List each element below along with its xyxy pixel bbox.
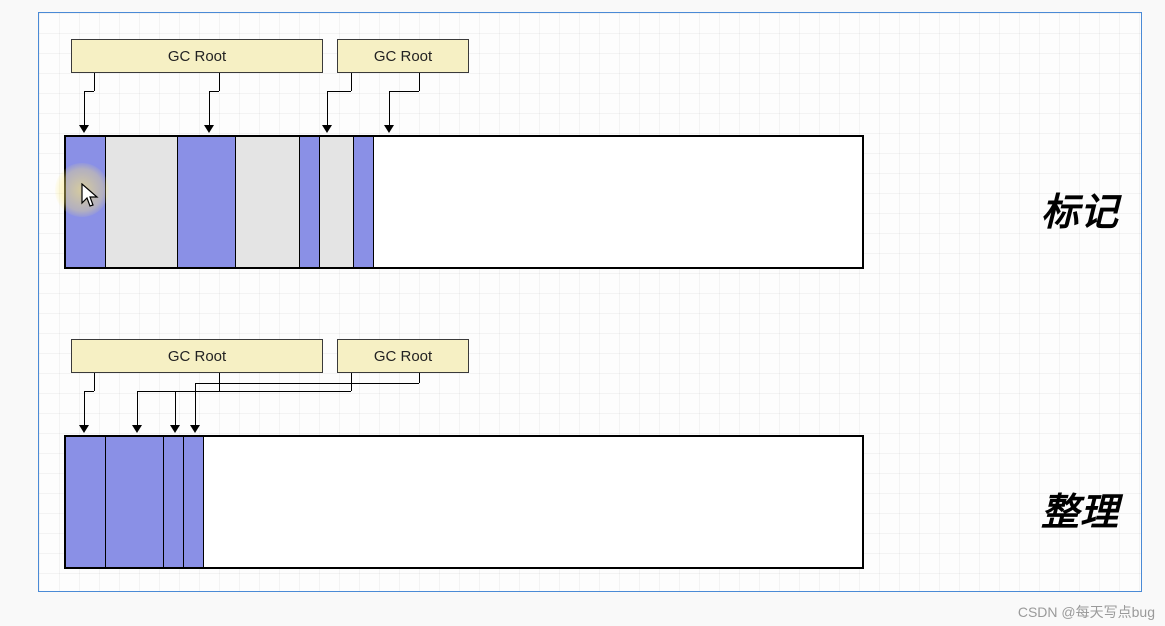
- memory-bar-compact: [64, 435, 864, 569]
- connector-line: [94, 373, 95, 391]
- mem-block-free: [204, 437, 862, 567]
- gc-root-label: GC Root: [168, 48, 226, 65]
- gc-root-box-2b: GC Root: [337, 339, 469, 373]
- connector-line: [327, 91, 328, 127]
- mem-block-live: [184, 437, 204, 567]
- diagram-canvas: GC Root GC Root: [38, 12, 1142, 592]
- gc-root-label: GC Root: [168, 348, 226, 365]
- mem-block-live: [66, 437, 106, 567]
- mem-block-live: [354, 137, 374, 267]
- phase-label-compact: 整理: [1041, 481, 1119, 536]
- arrowhead-icon: [384, 125, 394, 133]
- connector-line: [389, 91, 419, 92]
- gc-root-label: GC Root: [374, 348, 432, 365]
- connector-line: [389, 91, 390, 127]
- arrowhead-icon: [322, 125, 332, 133]
- mem-block-dead: [106, 137, 178, 267]
- connector-line: [175, 391, 176, 427]
- mem-block-dead: [320, 137, 354, 267]
- connector-line: [84, 91, 85, 127]
- connector-line: [209, 91, 219, 92]
- mem-block-live: [178, 137, 236, 267]
- mem-block-live: [66, 137, 106, 267]
- connector-line: [419, 73, 420, 91]
- connector-line: [84, 391, 85, 427]
- arrowhead-icon: [190, 425, 200, 433]
- connector-line: [94, 73, 95, 91]
- connector-line: [137, 391, 138, 427]
- watermark-text: CSDN @每天写点bug: [1018, 602, 1155, 622]
- connector-line: [219, 373, 220, 391]
- gc-root-box-2a: GC Root: [71, 339, 323, 373]
- connector-line: [209, 91, 210, 127]
- mem-block-free: [374, 137, 862, 267]
- connector-line: [419, 373, 420, 383]
- connector-line: [84, 391, 94, 392]
- page-root: GC Root GC Root: [0, 0, 1165, 626]
- connector-line: [175, 391, 351, 392]
- connector-line: [219, 73, 220, 91]
- mem-block-dead: [236, 137, 300, 267]
- memory-bar-mark: [64, 135, 864, 269]
- arrowhead-icon: [204, 125, 214, 133]
- connector-line: [327, 91, 351, 92]
- mem-block-live: [164, 437, 184, 567]
- connector-line: [195, 383, 196, 427]
- arrowhead-icon: [132, 425, 142, 433]
- arrowhead-icon: [170, 425, 180, 433]
- mem-block-live: [106, 437, 164, 567]
- connector-line: [351, 373, 352, 391]
- gc-root-label: GC Root: [374, 48, 432, 65]
- phase-label-mark: 标记: [1041, 181, 1119, 236]
- gc-root-box-1b: GC Root: [337, 39, 469, 73]
- arrowhead-icon: [79, 125, 89, 133]
- arrowhead-icon: [79, 425, 89, 433]
- connector-line: [195, 383, 419, 384]
- gc-root-box-1a: GC Root: [71, 39, 323, 73]
- connector-line: [351, 73, 352, 91]
- mem-block-live: [300, 137, 320, 267]
- connector-line: [84, 91, 94, 92]
